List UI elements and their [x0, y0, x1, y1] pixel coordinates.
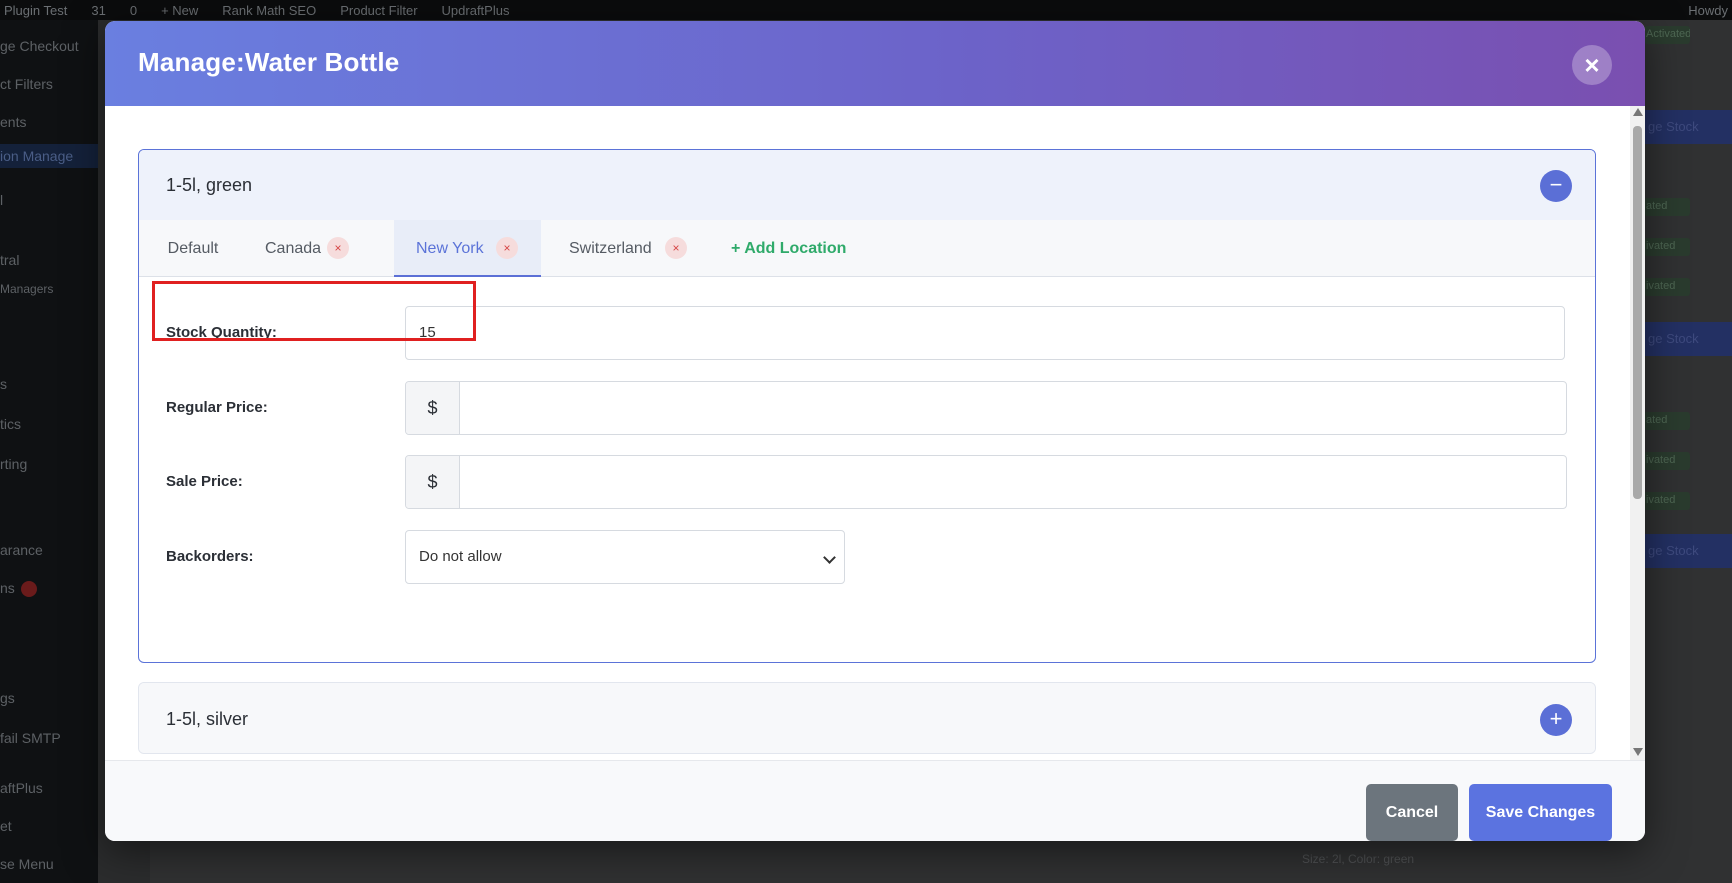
- stock-quantity-label: Stock Quantity:: [166, 324, 277, 341]
- save-changes-button[interactable]: Save Changes: [1469, 784, 1612, 841]
- sidebar-item: Managers: [0, 282, 54, 296]
- status-pill: ivated: [1644, 238, 1690, 256]
- sidebar-item: ns: [0, 580, 37, 598]
- remove-location-icon[interactable]: ×: [327, 237, 349, 259]
- tab-new-york[interactable]: New York ×: [394, 220, 541, 277]
- admin-sidebar: ge Checkout ct Filters ents ion Manage l…: [0, 20, 98, 883]
- sidebar-item: l: [0, 192, 4, 208]
- modal-body: 1-5l, green − Default Canada × New York …: [105, 106, 1645, 760]
- tab-default[interactable]: Default: [139, 220, 247, 277]
- collapse-button[interactable]: −: [1540, 170, 1572, 202]
- sidebar-item: aftPlus: [0, 780, 43, 796]
- sidebar-item: fail SMTP: [0, 730, 61, 746]
- sidebar-item: ct Filters: [0, 76, 53, 92]
- modal-header: Manage:Water Bottle ×: [105, 21, 1645, 106]
- sidebar-item: gs: [0, 690, 15, 706]
- sidebar-item: arance: [0, 542, 43, 558]
- stock-quantity-input[interactable]: 15: [405, 306, 1565, 360]
- manage-stock-modal: Manage:Water Bottle × 1-5l, green − Defa…: [105, 21, 1645, 841]
- sidebar-item-label: ns: [0, 580, 15, 596]
- sidebar-item: s: [0, 376, 7, 392]
- add-location-button[interactable]: + Add Location: [731, 220, 846, 277]
- variation-header[interactable]: 1-5l, silver +: [139, 683, 1595, 753]
- modal-title: Manage:Water Bottle: [138, 47, 400, 77]
- notification-badge: [20, 581, 37, 598]
- sale-price-group: $: [405, 455, 1567, 509]
- status-pill: ivated: [1644, 452, 1690, 470]
- sidebar-item: et: [0, 818, 12, 834]
- sale-price-input[interactable]: [466, 456, 1566, 508]
- regular-price-input[interactable]: [466, 382, 1566, 434]
- topbar-item: + New: [161, 2, 199, 18]
- regular-price-group: $: [405, 381, 1567, 435]
- status-pill: Activated: [1644, 26, 1690, 44]
- topbar-item: Plugin Test: [4, 2, 68, 18]
- modal-footer: Cancel Save Changes: [105, 760, 1645, 841]
- status-pill: ated: [1644, 198, 1690, 216]
- sidebar-item: ge Checkout: [0, 38, 79, 54]
- tab-switzerland[interactable]: Switzerland ×: [541, 220, 701, 277]
- tab-label: Switzerland: [569, 240, 652, 257]
- manage-stock-button: ge Stock: [1644, 110, 1732, 144]
- sidebar-item: rting: [0, 456, 28, 472]
- cancel-button[interactable]: Cancel: [1366, 784, 1458, 841]
- variation-title: 1-5l, green: [166, 175, 253, 195]
- backorders-value: Do not allow: [419, 548, 502, 565]
- tab-label: Default: [167, 240, 219, 257]
- status-pill: ivated: [1644, 278, 1690, 296]
- chevron-down-icon: [823, 551, 836, 564]
- backorders-label: Backorders:: [166, 548, 254, 565]
- scroll-down-arrow-icon[interactable]: [1633, 748, 1643, 756]
- admin-topbar: Plugin Test 31 0 + New Rank Math SEO Pro…: [0, 0, 1732, 20]
- backorders-select[interactable]: Do not allow: [405, 530, 845, 584]
- expand-button[interactable]: +: [1540, 704, 1572, 736]
- modal-scrollbar[interactable]: [1630, 106, 1645, 760]
- topbar-item: Rank Math SEO: [222, 2, 317, 18]
- variation-title: 1-5l, silver: [166, 709, 249, 729]
- variation-panel: 1-5l, green − Default Canada × New York …: [138, 149, 1596, 663]
- remove-location-icon[interactable]: ×: [496, 237, 518, 259]
- status-pill: ated: [1644, 412, 1690, 430]
- variation-panel: 1-5l, silver +: [138, 682, 1596, 754]
- tab-label: Canada: [265, 240, 322, 257]
- remove-location-icon[interactable]: ×: [665, 237, 687, 259]
- topbar-item: 0: [129, 2, 138, 18]
- manage-stock-button: ge Stock: [1644, 534, 1732, 568]
- manage-stock-button: ge Stock: [1644, 322, 1732, 356]
- regular-price-label: Regular Price:: [166, 399, 268, 416]
- sidebar-item: ents: [0, 114, 27, 130]
- topbar-item: 31: [91, 2, 106, 18]
- topbar-item: Howdy: [1688, 2, 1728, 18]
- currency-addon: $: [406, 382, 460, 434]
- tab-label: New York: [416, 240, 484, 257]
- sidebar-item: se Menu: [0, 856, 54, 872]
- scroll-thumb[interactable]: [1633, 126, 1642, 499]
- sidebar-item-active: ion Manage: [0, 144, 98, 168]
- close-button[interactable]: ×: [1572, 45, 1612, 85]
- sale-price-label: Sale Price:: [166, 473, 243, 490]
- scroll-up-arrow-icon[interactable]: [1633, 108, 1643, 116]
- sidebar-item: tral: [0, 252, 20, 268]
- variation-summary: Size: 2l, Color: green: [1302, 852, 1415, 866]
- topbar-item: UpdraftPlus: [441, 2, 510, 18]
- tab-canada[interactable]: Canada ×: [247, 220, 369, 277]
- currency-addon: $: [406, 456, 460, 508]
- sidebar-item: tics: [0, 416, 21, 432]
- variation-header[interactable]: 1-5l, green −: [139, 150, 1595, 220]
- location-tabs: Default Canada × New York × Switzerland …: [139, 220, 1595, 277]
- status-pill: ivated: [1644, 492, 1690, 510]
- topbar-item: Product Filter: [340, 2, 418, 18]
